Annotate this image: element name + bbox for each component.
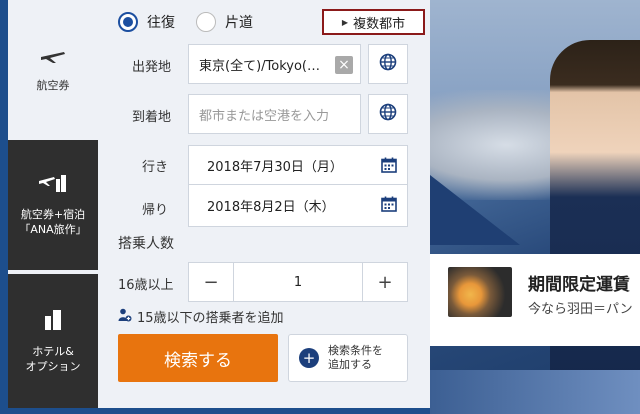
sidebar-item-label: 航空券 xyxy=(36,78,70,92)
adult-label: 16歳以上 xyxy=(118,278,174,293)
destination-placeholder: 都市または空港を入力 xyxy=(199,108,330,124)
adult-count[interactable]: 1 xyxy=(233,263,363,301)
passengers-heading: 搭乗人数 xyxy=(118,236,174,252)
globe-icon xyxy=(379,53,397,75)
outbound-date-input[interactable]: 2018年7月30日（月） xyxy=(188,145,408,185)
one-way-label: 片道 xyxy=(225,15,253,31)
outbound-date-value: 2018年7月30日（月） xyxy=(207,159,343,175)
add-conditions-label: 検索条件を 追加する xyxy=(328,343,383,371)
promo-thumbnail xyxy=(448,267,512,317)
sidebar-item-hotel-options[interactable]: ホテル& オプション xyxy=(8,274,98,408)
sidebar-item-flight-hotel[interactable]: 航空券+宿泊 「ANA旅作」 xyxy=(8,140,98,272)
outbound-label: 行き xyxy=(142,160,169,175)
hero-flight-attendant xyxy=(550,40,640,414)
one-way-option[interactable]: 片道 xyxy=(196,12,253,32)
hero-stripe xyxy=(430,175,520,245)
promo-subtitle: 今なら羽田＝パン xyxy=(528,302,633,317)
clear-icon[interactable]: × xyxy=(335,56,353,74)
return-date-input[interactable]: 2018年8月2日（木） xyxy=(188,185,408,227)
promo-banner[interactable]: 期間限定運賃 今なら羽田＝パン xyxy=(430,254,640,346)
sidebar-item-flights[interactable]: 航空券 xyxy=(8,0,98,140)
increment-button[interactable]: + xyxy=(363,263,407,301)
plus-circle-icon: + xyxy=(299,348,319,368)
add-child-label: 15歳以下の搭乗者を追加 xyxy=(137,311,284,326)
booking-sidebar: 航空券 航空券+宿泊 「ANA旅作」 ホテル& オプション xyxy=(8,0,98,408)
return-label: 帰り xyxy=(142,203,169,218)
round-trip-option[interactable]: 往復 xyxy=(118,12,175,32)
person-add-icon xyxy=(118,308,132,326)
adult-quantity-stepper: − 1 + xyxy=(188,262,408,302)
airplane-icon xyxy=(40,47,66,69)
add-child-link[interactable]: 15歳以下の搭乗者を追加 xyxy=(118,307,284,326)
hero-image xyxy=(430,0,640,414)
origin-input[interactable]: 東京(全て)/Tokyo(… × xyxy=(188,44,361,84)
destination-input[interactable]: 都市または空港を入力 xyxy=(188,94,361,134)
return-date-value: 2018年8月2日（木） xyxy=(207,200,335,215)
calendar-icon[interactable] xyxy=(381,157,397,177)
origin-value: 東京(全て)/Tokyo(… xyxy=(199,58,320,74)
decrement-button[interactable]: − xyxy=(189,263,233,301)
round-trip-label: 往復 xyxy=(147,15,175,31)
round-trip-radio[interactable] xyxy=(118,12,138,32)
add-conditions-button[interactable]: + 検索条件を 追加する xyxy=(288,334,408,382)
origin-label: 出発地 xyxy=(132,60,172,75)
hotel-icon xyxy=(43,308,63,335)
destination-globe-button[interactable] xyxy=(368,94,408,134)
flight-search-form: 往復 片道 ▶ 複数都市 出発地 東京(全て)/Tokyo(… × 到着地 都市… xyxy=(98,0,430,408)
one-way-radio[interactable] xyxy=(196,12,216,32)
multi-city-button[interactable]: ▶ 複数都市 xyxy=(322,9,425,35)
calendar-icon[interactable] xyxy=(381,196,397,216)
search-button[interactable]: 検索する xyxy=(118,334,278,382)
multi-city-label: 複数都市 xyxy=(353,16,406,32)
triangle-right-icon: ▶ xyxy=(341,17,349,27)
globe-icon xyxy=(379,103,397,125)
promo-title: 期間限定運賃 xyxy=(528,275,630,294)
destination-label: 到着地 xyxy=(132,110,172,125)
airplane-hotel-icon xyxy=(38,173,68,198)
sidebar-item-label: ホテル& オプション xyxy=(25,344,81,373)
sidebar-item-label: 航空券+宿泊 「ANA旅作」 xyxy=(19,207,87,236)
hero-ground xyxy=(430,370,640,414)
origin-globe-button[interactable] xyxy=(368,44,408,84)
